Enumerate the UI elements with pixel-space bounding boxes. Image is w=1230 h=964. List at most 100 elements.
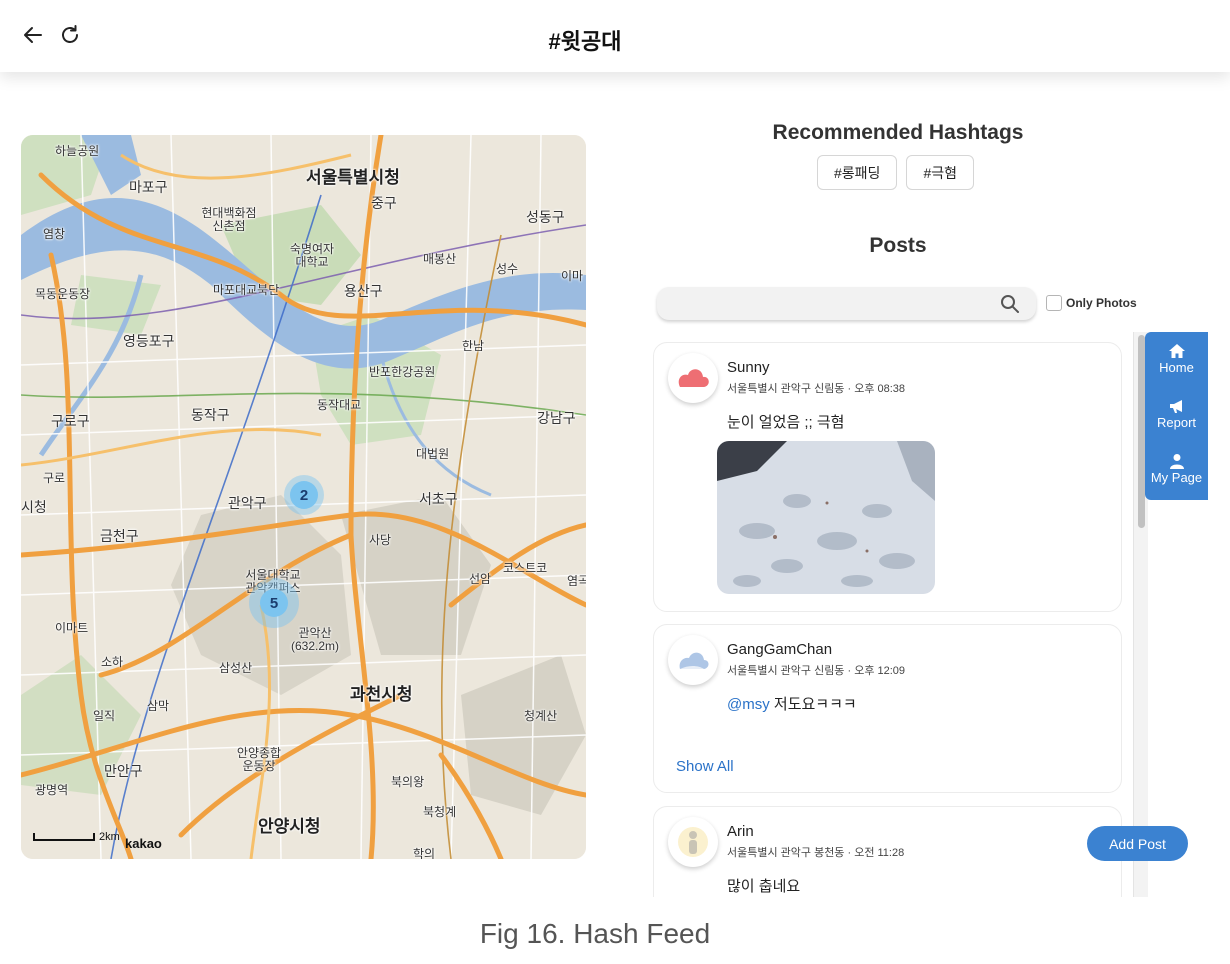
post-card[interactable]: GangGamChan 서울특별시 관악구 신림동 · 오후 12:09 @ms…	[653, 624, 1122, 793]
map-label: 청계산	[524, 709, 558, 723]
avatar[interactable]	[668, 353, 718, 403]
map-label: 성수	[496, 262, 519, 276]
map-label: 한남	[462, 339, 485, 353]
map-label: 삼막	[147, 699, 170, 713]
map-label: 동작대교	[317, 398, 362, 412]
map-label: 사당	[369, 533, 392, 547]
map-label: 코스트코	[503, 561, 548, 575]
map-cluster-marker[interactable]: 2	[284, 475, 324, 515]
hashtag-chip[interactable]: #롱패딩	[817, 155, 898, 190]
cluster-count: 2	[290, 481, 318, 509]
map-label: 염곡	[567, 574, 586, 588]
nav-report[interactable]: Report	[1145, 398, 1208, 430]
show-all-link[interactable]: Show All	[676, 758, 734, 775]
map-label: 대법원	[416, 447, 450, 461]
map-label: 목동운동장	[35, 287, 91, 301]
hashtag-chip[interactable]: #극혐	[906, 155, 974, 190]
map-label: 시청	[21, 499, 47, 515]
post-meta: 서울특별시 관악구 봉천동 · 오전 11:28	[727, 847, 905, 859]
only-photos-checkbox[interactable]	[1046, 295, 1062, 311]
map-label: 서초구	[419, 491, 458, 507]
page-title: #윗공대	[548, 29, 622, 54]
avatar[interactable]	[668, 817, 718, 867]
map-label: 관악산 (632.2m)	[290, 626, 340, 653]
post-username[interactable]: Arin	[727, 823, 754, 840]
post-body-text: 저도요ㅋㅋㅋ	[769, 696, 857, 713]
map-label: 삼성산	[219, 661, 253, 675]
map-label: 금천구	[100, 528, 139, 544]
map-label: 북청계	[423, 805, 457, 819]
blue-cloud-icon	[679, 652, 709, 669]
avatar[interactable]	[668, 635, 718, 685]
map-label: 마포대교북단	[213, 283, 280, 297]
only-photos-label: Only Photos	[1066, 296, 1137, 310]
user-icon	[1169, 454, 1184, 469]
figure-caption: Fig 16. Hash Feed	[479, 918, 711, 949]
post-meta: 서울특별시 관악구 신림동 · 오후 08:38	[727, 383, 906, 395]
map-label: 이마	[561, 269, 584, 283]
map-label: 마포구	[129, 179, 168, 195]
map-label: 숙명여자 대학교	[289, 242, 335, 269]
app-header: #윗공대	[0, 0, 1230, 72]
mention-link[interactable]: @msy	[727, 696, 770, 713]
only-photos-toggle[interactable]: Only Photos	[1046, 295, 1137, 311]
add-post-button[interactable]: Add Post	[1087, 826, 1188, 861]
post-username[interactable]: Sunny	[727, 359, 770, 376]
map-label: 만안구	[104, 763, 143, 779]
map-label: 용산구	[344, 283, 383, 299]
side-nav: Home Report My Page	[1145, 332, 1208, 500]
map-label: 선암	[469, 572, 492, 586]
nav-label: Home	[1159, 360, 1194, 375]
map-label: 이마트	[55, 621, 89, 635]
search-icon[interactable]	[1000, 294, 1020, 314]
post-meta: 서울특별시 관악구 신림동 · 오후 12:09	[727, 665, 906, 677]
search-input[interactable]	[669, 293, 989, 314]
post-feed[interactable]: Sunny 서울특별시 관악구 신림동 · 오후 08:38 눈이 얼었음 ;;…	[648, 330, 1148, 897]
post-image[interactable]	[717, 441, 935, 594]
search-box	[657, 287, 1036, 320]
map-label: 일직	[93, 709, 116, 723]
map-view[interactable]: 하늘공원 마포구 서울특별시청 현대백화점 신촌점 중구 성동구 염창 숙명여자…	[21, 135, 586, 859]
post-card[interactable]: Arin 서울특별시 관악구 봉천동 · 오전 11:28 많이 춥네요	[653, 806, 1122, 897]
map-label: 동작구	[191, 407, 230, 423]
map-label: 현대백화점 신촌점	[201, 206, 257, 233]
map-label: 하늘공원	[55, 144, 100, 158]
post-body: @msy 저도요ㅋㅋㅋ	[727, 693, 857, 714]
megaphone-icon	[1169, 400, 1182, 413]
map-label: 광명역	[35, 783, 69, 797]
map-label: 소하	[101, 655, 124, 669]
map-label: 매봉산	[423, 252, 457, 266]
map-label: 염창	[43, 227, 66, 241]
map-label: 안양시청	[258, 817, 321, 836]
post-body: 많이 춥네요	[727, 878, 801, 895]
nav-home[interactable]: Home	[1145, 343, 1208, 375]
post-username[interactable]: GangGamChan	[727, 641, 832, 658]
map-label: 북의왕	[391, 775, 425, 789]
map-cluster-marker[interactable]: 5	[249, 578, 299, 628]
nav-label: Report	[1156, 415, 1197, 430]
nav-my-page[interactable]: My Page	[1145, 453, 1208, 485]
map-label: 학의	[413, 847, 436, 859]
map-label: 구로구	[51, 413, 90, 429]
map-label: 영등포구	[123, 333, 175, 349]
map-label: 강남구	[537, 410, 576, 426]
map-label: 서울특별시청	[306, 168, 400, 187]
post-body: 눈이 얼었음 ;; 극혐	[727, 414, 845, 431]
map-label: 구로	[43, 471, 66, 485]
posts-title: Posts	[869, 234, 927, 257]
map-label: 관악구	[228, 495, 267, 511]
nav-label: My Page	[1150, 470, 1203, 485]
scrollbar-thumb[interactable]	[1138, 335, 1145, 528]
snow-photo	[717, 441, 935, 594]
map-label: 중구	[371, 195, 397, 211]
post-card[interactable]: Sunny 서울특별시 관악구 신림동 · 오후 08:38 눈이 얼었음 ;;…	[653, 342, 1122, 612]
recommended-hashtags-title: Recommended Hashtags	[772, 121, 1024, 144]
cluster-count: 5	[260, 589, 288, 617]
red-cloud-icon	[678, 369, 709, 387]
home-icon	[1168, 344, 1185, 358]
person-icon	[678, 827, 708, 857]
hashtag-list: #롱패딩 #극혐	[817, 155, 974, 190]
map-label: 성동구	[526, 209, 565, 225]
map-label: 안양종합 운동장	[236, 746, 282, 773]
map-label: 과천시청	[350, 685, 413, 704]
